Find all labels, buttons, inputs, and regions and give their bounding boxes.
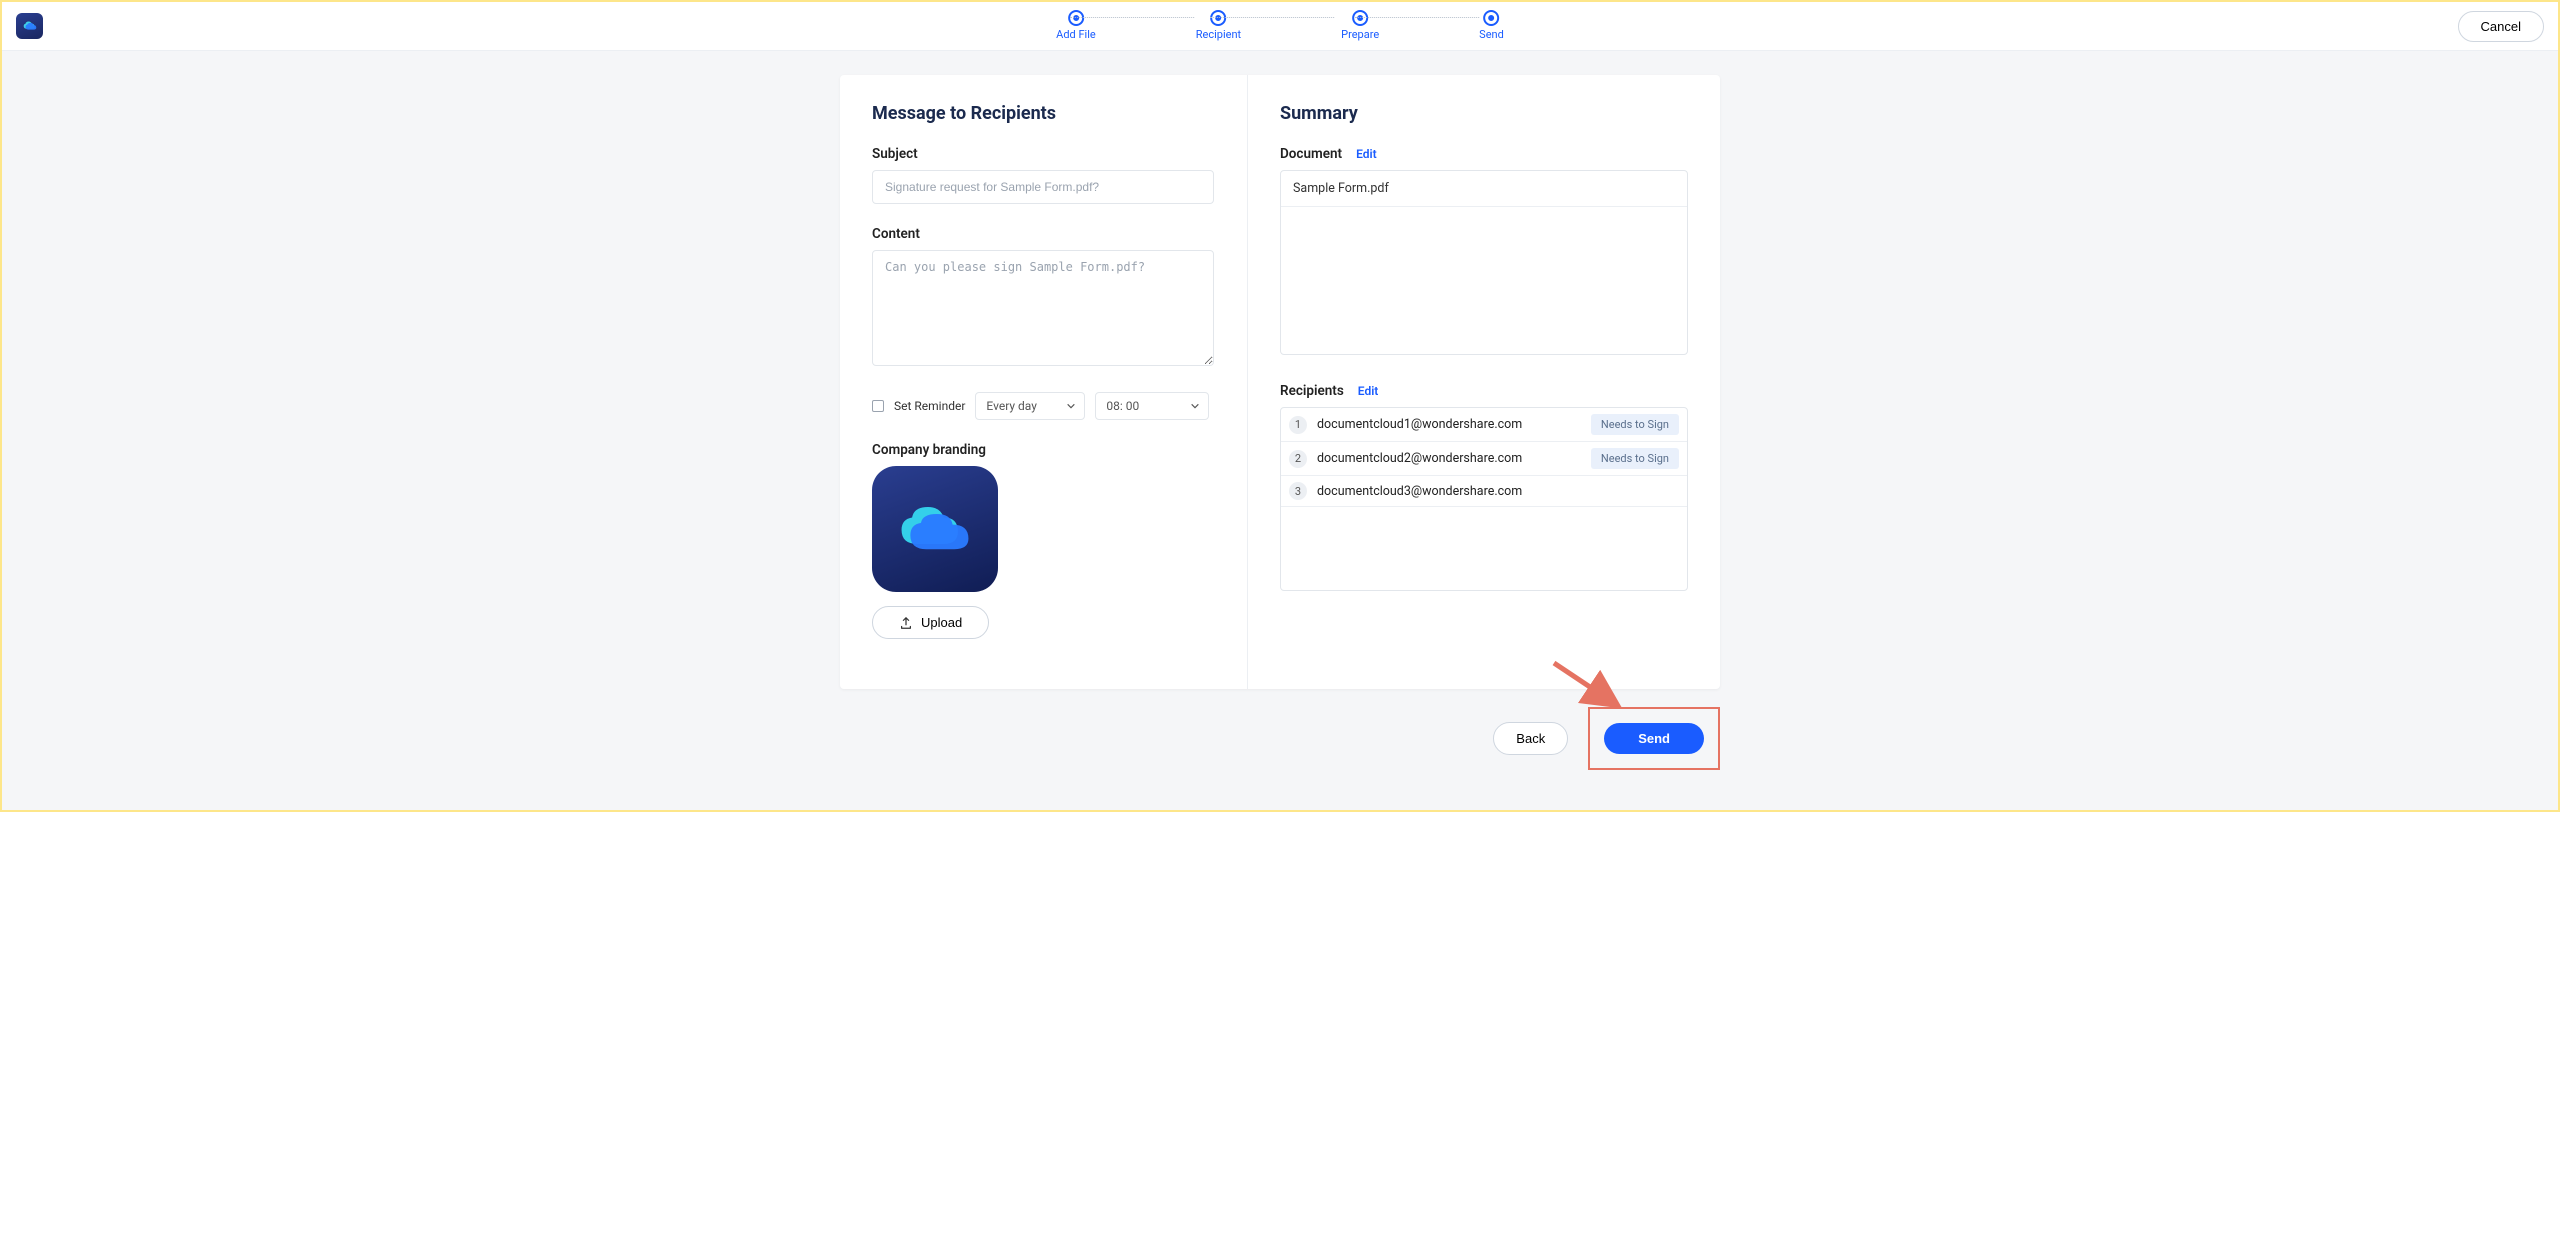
back-button[interactable]: Back	[1493, 722, 1568, 755]
action-bar: Back Send	[840, 707, 1720, 770]
upload-button[interactable]: Upload	[872, 606, 989, 639]
recipient-email: documentcloud1@wondershare.com	[1317, 417, 1581, 432]
step-label: Recipient	[1196, 28, 1241, 41]
recipient-row: 1 documentcloud1@wondershare.com Needs t…	[1281, 408, 1687, 442]
recipient-number: 1	[1289, 416, 1307, 434]
document-label: Document	[1280, 146, 1342, 162]
panel-title: Summary	[1280, 103, 1688, 124]
step-dot-icon	[1486, 12, 1498, 24]
recipients-label: Recipients	[1280, 383, 1344, 399]
document-header: Document Edit	[1280, 146, 1688, 162]
step-label: Add File	[1056, 28, 1096, 41]
annotation-arrow-icon	[1548, 657, 1626, 713]
select-value: 08: 00	[1106, 399, 1139, 413]
chevron-down-icon	[1066, 401, 1076, 411]
content-label: Content	[872, 226, 1215, 242]
edit-recipients-link[interactable]: Edit	[1358, 384, 1379, 398]
branding-label: Company branding	[872, 442, 1215, 458]
recipient-row: 3 documentcloud3@wondershare.com	[1281, 476, 1687, 507]
step-dot-icon	[1070, 12, 1082, 24]
content-area: Message to Recipients Subject Content Se…	[2, 51, 2558, 810]
step-add-file[interactable]: Add File	[1056, 12, 1096, 41]
step-label: Send	[1479, 28, 1504, 41]
content-textarea[interactable]	[872, 250, 1214, 366]
document-name: Sample Form.pdf	[1281, 171, 1687, 207]
step-recipient[interactable]: Recipient	[1196, 12, 1241, 41]
recipients-box: 1 documentcloud1@wondershare.com Needs t…	[1280, 407, 1688, 591]
document-box: Sample Form.pdf	[1280, 170, 1688, 355]
recipient-email: documentcloud2@wondershare.com	[1317, 451, 1581, 466]
recipient-number: 2	[1289, 450, 1307, 468]
app-frame: Add File Recipient Prepare Send Cancel	[0, 0, 2560, 812]
edit-document-link[interactable]: Edit	[1356, 147, 1377, 161]
branding-logo	[872, 466, 998, 592]
upload-icon	[899, 616, 913, 630]
step-prepare[interactable]: Prepare	[1341, 12, 1379, 41]
content-section: Content	[872, 226, 1215, 370]
subject-label: Subject	[872, 146, 1215, 162]
panel-title: Message to Recipients	[872, 103, 1215, 124]
cancel-button[interactable]: Cancel	[2458, 11, 2544, 42]
send-highlight: Send	[1588, 707, 1720, 770]
recipient-number: 3	[1289, 482, 1307, 500]
progress-steps: Add File Recipient Prepare Send	[1056, 12, 1504, 41]
cloud-icon	[891, 497, 979, 561]
recipient-email: documentcloud3@wondershare.com	[1317, 484, 1679, 499]
message-panel: Message to Recipients Subject Content Se…	[840, 75, 1248, 689]
subject-section: Subject	[872, 146, 1215, 204]
reminder-checkbox[interactable]	[872, 400, 884, 412]
reminder-frequency-select[interactable]: Every day	[975, 392, 1085, 420]
recipient-badge: Needs to Sign	[1591, 448, 1679, 469]
reminder-time-select[interactable]: 08: 00	[1095, 392, 1209, 420]
summary-panel: Summary Document Edit Sample Form.pdf Re…	[1248, 75, 1720, 689]
send-button[interactable]: Send	[1604, 723, 1704, 754]
branding-section: Company branding Upload	[872, 442, 1215, 639]
recipients-header: Recipients Edit	[1280, 383, 1688, 399]
chevron-down-icon	[1190, 401, 1200, 411]
reminder-row: Set Reminder Every day 08: 00	[872, 392, 1215, 420]
topbar: Add File Recipient Prepare Send Cancel	[2, 2, 2558, 51]
upload-label: Upload	[921, 615, 962, 630]
step-label: Prepare	[1341, 28, 1379, 41]
main-card: Message to Recipients Subject Content Se…	[840, 75, 1720, 689]
reminder-label: Set Reminder	[894, 399, 965, 413]
recipient-badge: Needs to Sign	[1591, 414, 1679, 435]
select-value: Every day	[986, 399, 1036, 413]
subject-input[interactable]	[872, 170, 1214, 204]
step-send[interactable]: Send	[1479, 12, 1504, 41]
step-dot-icon	[1354, 12, 1366, 24]
step-dot-icon	[1212, 12, 1224, 24]
recipient-row: 2 documentcloud2@wondershare.com Needs t…	[1281, 442, 1687, 476]
cloud-icon	[21, 19, 39, 33]
app-logo	[16, 13, 43, 39]
